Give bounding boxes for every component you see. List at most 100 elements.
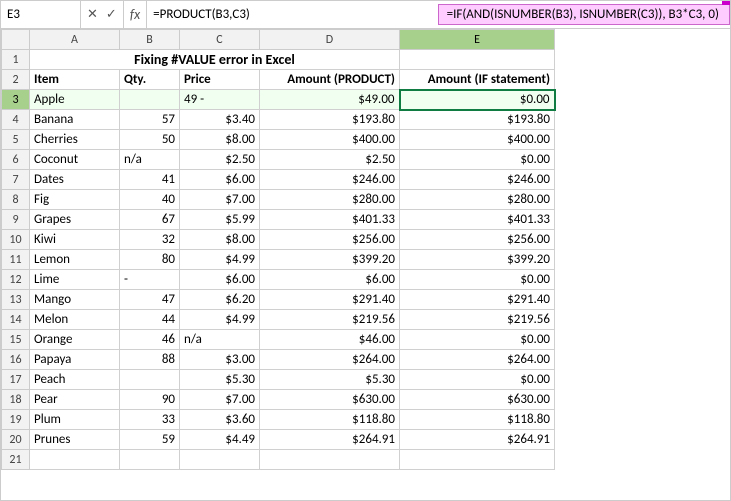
cell-e21[interactable] <box>400 450 555 470</box>
confirm-icon[interactable]: ✓ <box>104 7 119 22</box>
cell-c15[interactable]: n/a <box>180 330 260 350</box>
cell-e4[interactable]: $193.80 <box>400 110 555 130</box>
cell-e14[interactable]: $219.56 <box>400 310 555 330</box>
cell-d9[interactable]: $401.33 <box>260 210 400 230</box>
cell-a21[interactable] <box>30 450 120 470</box>
cancel-icon[interactable]: ✕ <box>85 7 100 22</box>
cell-b13[interactable]: 47 <box>120 290 180 310</box>
cell-e12[interactable]: $0.00 <box>400 270 555 290</box>
cell-d21[interactable] <box>260 450 400 470</box>
cell-e5[interactable]: $400.00 <box>400 130 555 150</box>
cell-d10[interactable]: $256.00 <box>260 230 400 250</box>
cell-c9[interactable]: $5.99 <box>180 210 260 230</box>
cell-e1[interactable] <box>400 50 555 70</box>
cell-c6[interactable]: $2.50 <box>180 150 260 170</box>
cell-b14[interactable]: 44 <box>120 310 180 330</box>
cell-b10[interactable]: 32 <box>120 230 180 250</box>
header-amount-product[interactable]: Amount (PRODUCT) <box>260 70 400 90</box>
cell-c14[interactable]: $4.99 <box>180 310 260 330</box>
cell-b9[interactable]: 67 <box>120 210 180 230</box>
cell-a11[interactable]: Lemon <box>30 250 120 270</box>
cell-c13[interactable]: $6.20 <box>180 290 260 310</box>
cell-c20[interactable]: $4.49 <box>180 430 260 450</box>
cell-c5[interactable]: $8.00 <box>180 130 260 150</box>
cell-e7[interactable]: $246.00 <box>400 170 555 190</box>
cell-c8[interactable]: $7.00 <box>180 190 260 210</box>
cell-e20[interactable]: $264.91 <box>400 430 555 450</box>
header-qty[interactable]: Qty. <box>120 70 180 90</box>
cell-d17[interactable]: $5.30 <box>260 370 400 390</box>
col-header-c[interactable]: C <box>180 30 260 50</box>
cell-a4[interactable]: Banana <box>30 110 120 130</box>
cell-e15[interactable]: $0.00 <box>400 330 555 350</box>
cell-d6[interactable]: $2.50 <box>260 150 400 170</box>
cell-e6[interactable]: $0.00 <box>400 150 555 170</box>
cell-a9[interactable]: Grapes <box>30 210 120 230</box>
col-header-e[interactable]: E <box>400 30 555 50</box>
cell-b12[interactable]: - <box>120 270 180 290</box>
header-item[interactable]: Item <box>30 70 120 90</box>
cell-d11[interactable]: $399.20 <box>260 250 400 270</box>
cell-a19[interactable]: Plum <box>30 410 120 430</box>
cell-d20[interactable]: $264.91 <box>260 430 400 450</box>
cell-a20[interactable]: Prunes <box>30 430 120 450</box>
cell-e9[interactable]: $401.33 <box>400 210 555 230</box>
cell-e8[interactable]: $280.00 <box>400 190 555 210</box>
cell-a10[interactable]: Kiwi <box>30 230 120 250</box>
header-amount-if[interactable]: Amount (IF statement) <box>400 70 555 90</box>
cell-b20[interactable]: 59 <box>120 430 180 450</box>
cell-c16[interactable]: $3.00 <box>180 350 260 370</box>
cell-d13[interactable]: $291.40 <box>260 290 400 310</box>
cell-d3[interactable]: $49.00 <box>260 90 400 110</box>
cell-e19[interactable]: $118.80 <box>400 410 555 430</box>
cell-a7[interactable]: Dates <box>30 170 120 190</box>
cell-c4[interactable]: $3.40 <box>180 110 260 130</box>
col-header-d[interactable]: D <box>260 30 400 50</box>
cell-a12[interactable]: Lime <box>30 270 120 290</box>
cell-b18[interactable]: 90 <box>120 390 180 410</box>
cell-b4[interactable]: 57 <box>120 110 180 130</box>
cell-d12[interactable]: $6.00 <box>260 270 400 290</box>
cell-d8[interactable]: $280.00 <box>260 190 400 210</box>
cell-e16[interactable]: $264.00 <box>400 350 555 370</box>
cell-d18[interactable]: $630.00 <box>260 390 400 410</box>
cell-b21[interactable] <box>120 450 180 470</box>
cell-a14[interactable]: Melon <box>30 310 120 330</box>
cell-b19[interactable]: 33 <box>120 410 180 430</box>
col-header-a[interactable]: A <box>30 30 120 50</box>
cell-a15[interactable]: Orange <box>30 330 120 350</box>
cell-a6[interactable]: Coconut <box>30 150 120 170</box>
cell-e13[interactable]: $291.40 <box>400 290 555 310</box>
col-header-b[interactable]: B <box>120 30 180 50</box>
cell-c3[interactable]: 49 - <box>180 90 260 110</box>
cell-e3[interactable]: $0.00 <box>400 90 555 110</box>
formula-input-right[interactable]: =IF(AND(ISNUMBER(B3), ISNUMBER(C3)), B3*… <box>438 4 730 25</box>
cell-c17[interactable]: $5.30 <box>180 370 260 390</box>
cell-d7[interactable]: $246.00 <box>260 170 400 190</box>
cell-d4[interactable]: $193.80 <box>260 110 400 130</box>
cell-b15[interactable]: 46 <box>120 330 180 350</box>
cell-ref-box[interactable]: E3 <box>1 1 81 28</box>
cell-b11[interactable]: 80 <box>120 250 180 270</box>
cell-a5[interactable]: Cherries <box>30 130 120 150</box>
cell-a16[interactable]: Papaya <box>30 350 120 370</box>
cell-b17[interactable] <box>120 370 180 390</box>
cell-d19[interactable]: $118.80 <box>260 410 400 430</box>
cell-d14[interactable]: $219.56 <box>260 310 400 330</box>
cell-e18[interactable]: $630.00 <box>400 390 555 410</box>
cell-a17[interactable]: Peach <box>30 370 120 390</box>
cell-d16[interactable]: $264.00 <box>260 350 400 370</box>
cell-c18[interactable]: $7.00 <box>180 390 260 410</box>
formula-input-left[interactable]: =PRODUCT(B3,C3) <box>147 5 433 24</box>
cell-c7[interactable]: $6.00 <box>180 170 260 190</box>
cell-a8[interactable]: Fig <box>30 190 120 210</box>
cell-b5[interactable]: 50 <box>120 130 180 150</box>
cell-e11[interactable]: $399.20 <box>400 250 555 270</box>
cell-a18[interactable]: Pear <box>30 390 120 410</box>
cell-c12[interactable]: $6.00 <box>180 270 260 290</box>
cell-d5[interactable]: $400.00 <box>260 130 400 150</box>
cell-b16[interactable]: 88 <box>120 350 180 370</box>
cell-c10[interactable]: $8.00 <box>180 230 260 250</box>
cell-b7[interactable]: 41 <box>120 170 180 190</box>
cell-b8[interactable]: 40 <box>120 190 180 210</box>
